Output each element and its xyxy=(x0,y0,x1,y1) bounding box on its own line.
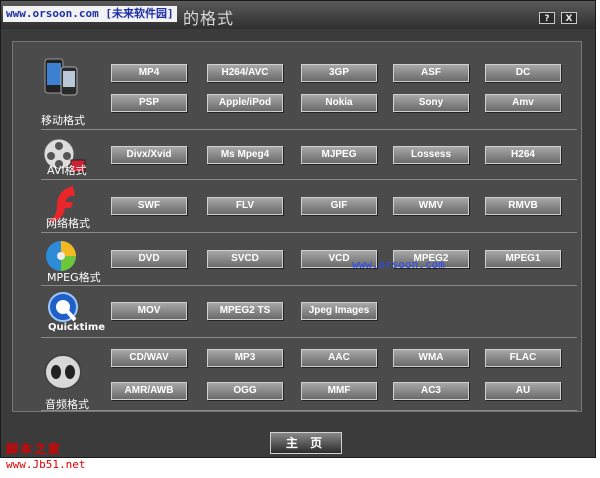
category-label-web: 网络格式 xyxy=(46,217,90,230)
footer-watermark-cn: 脚本之家 xyxy=(6,442,63,456)
format-button-amv[interactable]: Amv xyxy=(485,94,561,112)
help-button[interactable]: ? xyxy=(539,12,555,24)
format-button-ogg[interactable]: OGG xyxy=(207,382,283,400)
format-button-wmv[interactable]: WMV xyxy=(393,197,469,215)
separator xyxy=(41,129,577,130)
format-button-rmvb[interactable]: RMVB xyxy=(485,197,561,215)
format-button-aac[interactable]: AAC xyxy=(301,349,377,367)
format-panel: 移动格式 MP4 H264/AVC 3GP ASF DC PSP Apple/i… xyxy=(12,41,582,412)
format-button-sony[interactable]: Sony xyxy=(393,94,469,112)
separator xyxy=(41,232,577,233)
separator xyxy=(41,285,577,286)
format-button-apple-ipod[interactable]: Apple/iPod xyxy=(207,94,283,112)
format-button-mp4[interactable]: MP4 xyxy=(111,64,187,82)
format-button-swf[interactable]: SWF xyxy=(111,197,187,215)
format-button-mp3[interactable]: MP3 xyxy=(207,349,283,367)
format-button-psp[interactable]: PSP xyxy=(111,94,187,112)
format-button-lossess[interactable]: Lossess xyxy=(393,146,469,164)
format-button-nokia[interactable]: Nokia xyxy=(301,94,377,112)
format-button-gif[interactable]: GIF xyxy=(301,197,377,215)
category-label-quicktime: Quicktime xyxy=(48,322,106,333)
format-button-flv[interactable]: FLV xyxy=(207,197,283,215)
watermark-text: www.orsoon.com xyxy=(352,258,445,271)
format-button-ac3[interactable]: AC3 xyxy=(393,382,469,400)
category-label-mobile: 移动格式 xyxy=(41,114,85,127)
site-url: www.orsoon.com xyxy=(6,7,99,20)
format-button-mpeg1[interactable]: MPEG1 xyxy=(485,250,561,268)
site-label: www.orsoon.com [未来软件园] xyxy=(3,6,177,22)
separator xyxy=(41,337,577,338)
format-button-mpeg2-ts[interactable]: MPEG2 TS xyxy=(207,302,283,320)
format-button-mov[interactable]: MOV xyxy=(111,302,187,320)
audio-icon xyxy=(44,354,82,390)
format-button-3gp[interactable]: 3GP xyxy=(301,64,377,82)
format-button-amr-awb[interactable]: AMR/AWB xyxy=(111,382,187,400)
category-label-avi: AVI格式 xyxy=(47,164,87,177)
footer-watermark-url: www.Jb51.net xyxy=(6,458,86,471)
format-button-dvd[interactable]: DVD xyxy=(111,250,187,268)
format-button-h264[interactable]: H264 xyxy=(485,146,561,164)
format-button-cd-wav[interactable]: CD/WAV xyxy=(111,349,187,367)
title-bar: www.orsoon.com [未来软件园] 的格式 ? X xyxy=(1,1,595,29)
format-button-h264-avc[interactable]: H264/AVC xyxy=(207,64,283,82)
window-title: 的格式 xyxy=(183,9,235,28)
format-button-dc[interactable]: DC xyxy=(485,64,561,82)
format-button-flac[interactable]: FLAC xyxy=(485,349,561,367)
format-button-ms-mpeg4[interactable]: Ms Mpeg4 xyxy=(207,146,283,164)
format-button-svcd[interactable]: SVCD xyxy=(207,250,283,268)
site-name: [未来软件园] xyxy=(105,7,174,20)
format-button-wma[interactable]: WMA xyxy=(393,349,469,367)
format-button-au[interactable]: AU xyxy=(485,382,561,400)
format-button-divx-xvid[interactable]: Divx/Xvid xyxy=(111,146,187,164)
category-label-mpeg: MPEG格式 xyxy=(47,271,101,284)
format-button-mmf[interactable]: MMF xyxy=(301,382,377,400)
mobile-phone-icon xyxy=(44,58,78,96)
close-button[interactable]: X xyxy=(561,12,577,24)
app-window: www.orsoon.com [未来软件园] 的格式 ? X 移动格式 MP4 … xyxy=(0,0,596,458)
format-button-asf[interactable]: ASF xyxy=(393,64,469,82)
format-button-mjpeg[interactable]: MJPEG xyxy=(301,146,377,164)
separator xyxy=(41,179,577,180)
separator xyxy=(41,410,577,411)
home-button[interactable]: 主 页 xyxy=(270,432,342,454)
format-button-jpeg-images[interactable]: Jpeg Images xyxy=(301,302,377,320)
